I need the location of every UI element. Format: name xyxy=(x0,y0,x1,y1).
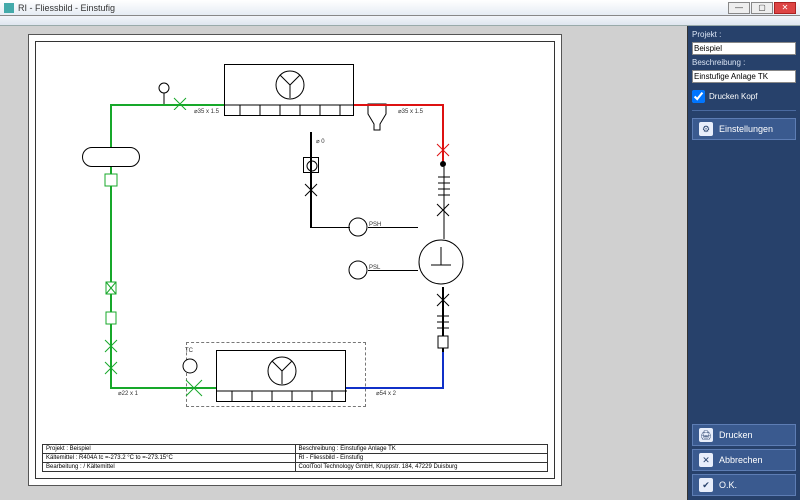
separator-symbol xyxy=(366,102,388,132)
window-titlebar: RI - Fliessbild - Einstufig — ▢ ✕ xyxy=(0,0,800,16)
compressor-symbol xyxy=(416,237,466,287)
drawing-canvas[interactable]: PSH PSL TC xyxy=(0,26,688,500)
psh-indicator xyxy=(348,217,368,237)
pipe-aux xyxy=(310,227,350,228)
receiver xyxy=(82,147,140,167)
settings-label: Einstellungen xyxy=(719,124,773,134)
cancel-button[interactable]: ✕ Abbrechen xyxy=(692,449,796,471)
drawing-sheet: PSH PSL TC xyxy=(28,34,562,486)
title-block: Projekt : BeispielBeschreibung : Einstuf… xyxy=(42,444,548,472)
drucken-kopf-checkbox[interactable] xyxy=(692,90,705,103)
pipe-size-54: ⌀54 x 2 xyxy=(376,390,396,397)
print-button[interactable]: 🖨 Drucken xyxy=(692,424,796,446)
pipe-size-0: ⌀ 0 xyxy=(316,138,325,145)
valve-top xyxy=(156,82,196,110)
drucken-kopf-label: Drucken Kopf xyxy=(709,92,757,101)
valve xyxy=(303,182,319,198)
close-button[interactable]: ✕ xyxy=(774,2,796,14)
beschreibung-label: Beschreibung : xyxy=(692,58,796,67)
tb-projekt: Projekt : Beispiel xyxy=(43,445,296,453)
condenser-unit xyxy=(224,64,354,116)
app-icon xyxy=(4,3,14,13)
fan-icon xyxy=(217,351,347,403)
cancel-label: Abbrechen xyxy=(719,455,763,465)
minimize-button[interactable]: — xyxy=(728,2,750,14)
psh-lead xyxy=(368,227,418,228)
ribbon-tabs xyxy=(0,16,800,26)
tb-bearbeitung: Bearbeitung : / Kältemittel xyxy=(43,463,296,471)
beschreibung-input[interactable] xyxy=(692,70,796,83)
tc-indicator xyxy=(182,358,198,374)
tb-kaeltemittel: Kältemittel : R404A tc =-273.2 °C to =-2… xyxy=(43,454,296,462)
tc-label: TC xyxy=(185,348,193,354)
ok-button[interactable]: ✔ O.K. xyxy=(692,474,796,496)
tb-beschreibung: Beschreibung : Einstufige Anlage TK xyxy=(296,445,548,453)
tb-footer: CoolTool Technology GmbH, Kruppstr. 184,… xyxy=(296,463,548,471)
side-panel: Projekt : Beschreibung : Drucken Kopf ⚙ … xyxy=(688,26,800,500)
maximize-button[interactable]: ▢ xyxy=(751,2,773,14)
settings-button[interactable]: ⚙ Einstellungen xyxy=(692,118,796,140)
print-label: Drucken xyxy=(719,430,753,440)
psl-lead xyxy=(368,270,418,271)
projekt-label: Projekt : xyxy=(692,30,796,39)
pipe-liquid xyxy=(346,387,444,389)
pipe-size-35a: ⌀35 x 1.5 xyxy=(194,108,219,115)
valve xyxy=(435,202,451,218)
psl-indicator xyxy=(348,260,368,280)
pipe-discharge xyxy=(354,104,444,106)
check-icon: ✔ xyxy=(699,478,713,492)
close-icon: ✕ xyxy=(699,453,713,467)
pipe-liquid xyxy=(442,352,444,389)
pipe-size-35b: ⌀35 x 1.5 xyxy=(398,108,423,115)
pipe-suction xyxy=(110,104,112,147)
tb-sheet: RI - Fliessbild - Einstufig xyxy=(296,454,548,462)
fan-icon xyxy=(225,65,355,117)
printer-icon: 🖨 xyxy=(699,428,713,442)
window-title: RI - Fliessbild - Einstufig xyxy=(18,3,115,13)
ok-label: O.K. xyxy=(719,480,737,490)
valve-stack-low xyxy=(435,292,451,352)
pipe-aux xyxy=(310,200,312,228)
projekt-input[interactable] xyxy=(692,42,796,55)
expansion-valve xyxy=(184,378,204,398)
pipe-size-22: ⌀22 x 1 xyxy=(118,390,138,397)
evaporator-unit xyxy=(216,350,346,402)
gear-icon: ⚙ xyxy=(699,122,713,136)
valve-stack xyxy=(103,172,119,382)
